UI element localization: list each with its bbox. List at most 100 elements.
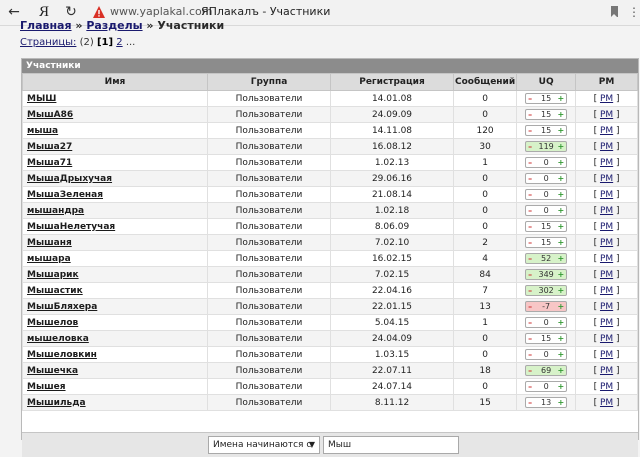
member-name-link[interactable]: МышА86 <box>27 110 73 120</box>
pm-link[interactable]: PM <box>600 302 613 312</box>
pm-link[interactable]: PM <box>600 190 613 200</box>
name-filter-input[interactable]: Мыш <box>323 436 459 454</box>
reload-icon[interactable]: ↻ <box>63 4 79 20</box>
uq-minus-icon[interactable]: – <box>528 254 532 263</box>
bookmark-icon[interactable] <box>611 6 618 17</box>
uq-plus-icon[interactable]: + <box>557 334 564 343</box>
breadcrumb-home-link[interactable]: Главная <box>20 19 72 32</box>
uq-minus-icon[interactable]: – <box>528 318 532 327</box>
pm-link[interactable]: PM <box>600 270 613 280</box>
member-name-link[interactable]: МышаДрыхучая <box>27 174 112 184</box>
address-domain[interactable]: www.yaplakal.com <box>110 5 212 18</box>
pm-link[interactable]: PM <box>600 206 613 216</box>
pm-link[interactable]: PM <box>600 94 613 104</box>
uq-plus-icon[interactable]: + <box>557 190 564 199</box>
uq-minus-icon[interactable]: – <box>528 238 532 247</box>
member-name-link[interactable]: МышаЗеленая <box>27 190 103 200</box>
pm-link[interactable]: PM <box>600 382 613 392</box>
pm-link[interactable]: PM <box>600 126 613 136</box>
pages-label-link[interactable]: Страницы: <box>20 37 76 48</box>
uq-minus-icon[interactable]: – <box>528 382 532 391</box>
uq-plus-icon[interactable]: + <box>557 158 564 167</box>
pm-link[interactable]: PM <box>600 158 613 168</box>
column-header-name[interactable]: Имя <box>22 73 208 91</box>
member-name-link[interactable]: Мышарик <box>27 270 79 280</box>
member-name-link[interactable]: МЫШ <box>27 94 56 104</box>
uq-minus-icon[interactable]: – <box>528 334 532 343</box>
member-name-link[interactable]: мышандра <box>27 206 84 216</box>
page-link-2[interactable]: 2 <box>116 37 122 48</box>
uq-plus-icon[interactable]: + <box>557 318 564 327</box>
pm-link[interactable]: PM <box>600 398 613 408</box>
uq-minus-icon[interactable]: – <box>528 366 532 375</box>
uq-plus-icon[interactable]: + <box>557 350 564 359</box>
uq-plus-icon[interactable]: + <box>557 366 564 375</box>
pm-link[interactable]: PM <box>600 286 613 296</box>
member-name-link[interactable]: МышаНелетучая <box>27 222 115 232</box>
uq-plus-icon[interactable]: + <box>557 110 564 119</box>
uq-minus-icon[interactable]: – <box>528 302 532 311</box>
uq-minus-icon[interactable]: – <box>528 286 532 295</box>
menu-icon[interactable]: ⋮ <box>628 4 640 20</box>
uq-plus-icon[interactable]: + <box>557 398 564 407</box>
pm-link[interactable]: PM <box>600 110 613 120</box>
breadcrumb-separator: » <box>75 19 83 32</box>
column-header-group[interactable]: Группа <box>207 73 331 91</box>
pm-link[interactable]: PM <box>600 350 613 360</box>
member-name-link[interactable]: Мышея <box>27 382 66 392</box>
pm-link[interactable]: PM <box>600 366 613 376</box>
uq-plus-icon[interactable]: + <box>557 94 564 103</box>
uq-plus-icon[interactable]: + <box>557 126 564 135</box>
member-name-link[interactable]: Мышаня <box>27 238 72 248</box>
address-title[interactable]: ЯПлакалъ - Участники <box>201 5 330 18</box>
pm-link[interactable]: PM <box>600 174 613 184</box>
yandex-icon[interactable]: Я <box>36 4 52 20</box>
uq-plus-icon[interactable]: + <box>557 302 564 311</box>
uq-minus-icon[interactable]: – <box>528 110 532 119</box>
uq-minus-icon[interactable]: – <box>528 222 532 231</box>
uq-minus-icon[interactable]: – <box>528 126 532 135</box>
member-pm-cell: [ PM ] <box>575 314 638 331</box>
uq-plus-icon[interactable]: + <box>557 142 564 151</box>
member-name-link[interactable]: мышара <box>27 254 71 264</box>
pm-link[interactable]: PM <box>600 318 613 328</box>
uq-minus-icon[interactable]: – <box>528 190 532 199</box>
pm-link[interactable]: PM <box>600 334 613 344</box>
member-name-link[interactable]: Мыша71 <box>27 158 72 168</box>
uq-plus-icon[interactable]: + <box>557 206 564 215</box>
uq-plus-icon[interactable]: + <box>557 270 564 279</box>
uq-minus-icon[interactable]: – <box>528 142 532 151</box>
member-name-link[interactable]: Мышелов <box>27 318 78 328</box>
member-name-link[interactable]: МышБляхера <box>27 302 97 312</box>
uq-plus-icon[interactable]: + <box>557 238 564 247</box>
uq-minus-icon[interactable]: – <box>528 94 532 103</box>
uq-minus-icon[interactable]: – <box>528 174 532 183</box>
column-header-registration[interactable]: Регистрация <box>330 73 454 91</box>
pm-link[interactable]: PM <box>600 222 613 232</box>
member-name-link[interactable]: Мышеловкин <box>27 350 97 360</box>
pm-link[interactable]: PM <box>600 238 613 248</box>
member-name-link[interactable]: Мышильда <box>27 398 86 408</box>
member-name-link[interactable]: Мыша27 <box>27 142 72 152</box>
member-name-link[interactable]: мышеловка <box>27 334 89 344</box>
uq-plus-icon[interactable]: + <box>557 382 564 391</box>
back-arrow-icon[interactable]: ← <box>6 4 22 20</box>
name-filter-select[interactable]: Имена начинаются с ▼ <box>208 436 320 454</box>
uq-minus-icon[interactable]: – <box>528 350 532 359</box>
uq-minus-icon[interactable]: – <box>528 398 532 407</box>
uq-minus-icon[interactable]: – <box>528 158 532 167</box>
uq-plus-icon[interactable]: + <box>557 222 564 231</box>
member-name-link[interactable]: Мышечка <box>27 366 78 376</box>
uq-plus-icon[interactable]: + <box>557 174 564 183</box>
breadcrumb-sections-link[interactable]: Разделы <box>86 19 142 32</box>
pm-link[interactable]: PM <box>600 142 613 152</box>
member-name-link[interactable]: мыша <box>27 126 58 136</box>
member-name-link[interactable]: Мышастик <box>27 286 83 296</box>
pm-link[interactable]: PM <box>600 254 613 264</box>
column-header-posts[interactable]: Сообщений <box>452 73 518 91</box>
uq-minus-icon[interactable]: – <box>528 206 532 215</box>
column-header-uq[interactable]: UQ <box>516 73 577 91</box>
uq-plus-icon[interactable]: + <box>557 286 564 295</box>
uq-minus-icon[interactable]: – <box>528 270 532 279</box>
uq-plus-icon[interactable]: + <box>557 254 564 263</box>
